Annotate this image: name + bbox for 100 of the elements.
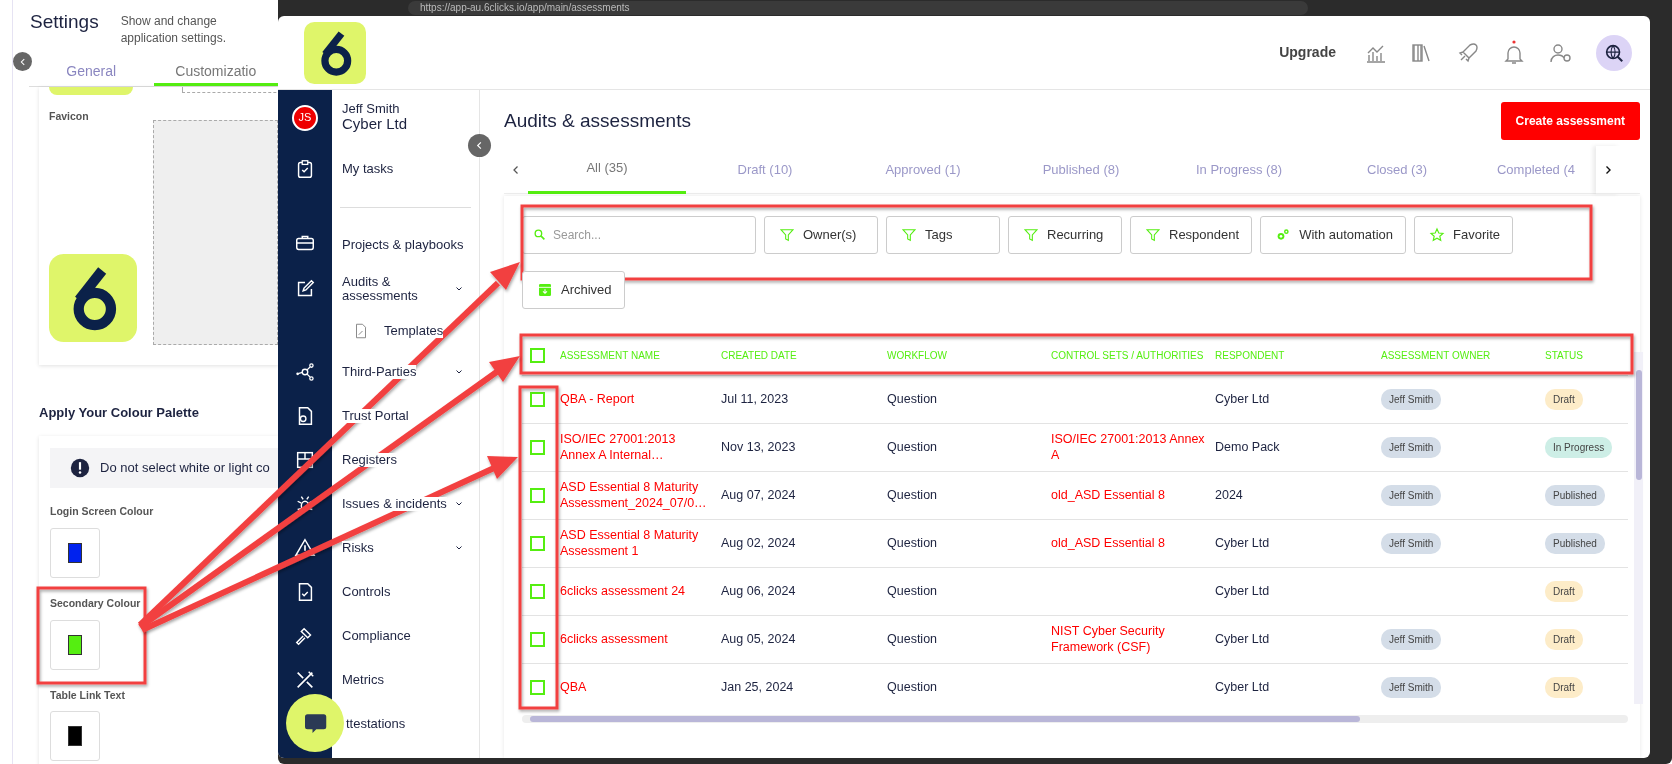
nav-item[interactable]: ttestations [346,702,479,746]
field-label: Table Link Text [50,687,125,703]
assessment-link[interactable]: ISO/IEC 27001:2013 Annex A Internal… [560,431,721,464]
field-label: Favicon [49,108,89,124]
warning-icon [294,537,316,559]
nav-item[interactable]: Issues & incidents [332,482,479,526]
table-cell-text: Question [887,391,939,408]
filter-button[interactable]: Respondent [1130,216,1253,254]
status-badge: Published [1545,485,1605,506]
row-checkbox[interactable] [530,440,545,455]
nav-subitem[interactable]: Templates [332,312,479,350]
exclamation-icon [70,458,90,479]
column-header: CREATED DATE [721,348,797,363]
filter-button[interactable]: Tags [886,216,1000,254]
table-cell-text: Cyber Ltd [1215,631,1271,648]
nav-item[interactable]: Audits & assessments [332,266,479,312]
nav-item[interactable]: Compliance [332,614,479,658]
owner-tag: Jeff Smith [1381,677,1442,698]
section-heading: Apply Your Colour Palette [39,403,199,422]
star-icon [1429,227,1446,243]
create-button[interactable]: Create assessment [1500,102,1640,140]
network-icon [294,361,316,383]
collapse-button[interactable] [13,52,32,71]
control-set-link[interactable]: NIST Cyber Security Framework (CSF) [1051,623,1215,656]
vertical-scrollbar[interactable] [1634,352,1643,704]
table-cell-text: Question [887,679,939,696]
row-checkbox[interactable] [530,632,545,647]
status-badge: Draft [1545,677,1583,698]
nav-item[interactable]: Trust Portal [332,394,479,438]
nav-item[interactable]: Risks [332,526,479,570]
status-badge: Published [1545,533,1605,554]
filter-button[interactable]: Favorite [1414,216,1514,254]
status-badge: In Progress [1545,437,1613,458]
status-badge: Draft [1545,581,1583,602]
table-cell-text: Cyber Ltd [1215,391,1271,408]
nav-item[interactable]: My tasks [332,145,479,193]
assessment-link[interactable]: QBA - Report [560,391,721,408]
color-picker[interactable] [50,619,100,670]
control-set-link[interactable]: old_ASD Essential 8 [1051,487,1215,504]
logo [304,21,366,84]
search-field[interactable]: Search... [522,216,756,254]
address-bar[interactable]: https://app-au.6clicks.io/app/main/assessments [408,1,1308,15]
assessment-link[interactable]: ASD Essential 8 Maturity Assessment 1 [560,527,721,560]
assessment-link[interactable]: 6clicks assessment [560,631,721,648]
filter-button[interactable]: Recurring [1008,216,1122,254]
nav-item[interactable]: Registers [332,438,479,482]
assessment-link[interactable]: 6clicks assessment 24 [560,583,721,600]
column-header: ASSESSMENT OWNER [1381,348,1491,363]
owner-tag: Jeff Smith [1381,437,1442,458]
row-checkbox[interactable] [530,392,545,407]
avatar-button[interactable] [1596,34,1632,71]
owner-tag: Jeff Smith [1381,629,1442,650]
collapse-button[interactable] [468,134,491,157]
user-name: Jeff Smith [342,102,401,116]
filter-button[interactable]: Archived [522,271,625,309]
nav-item[interactable]: Third-Parties [332,350,479,394]
row-checkbox[interactable] [530,584,545,599]
color-picker[interactable] [50,711,100,762]
table-cell-text: Cyber Ltd [1215,679,1271,696]
column-header: WORKFLOW [887,348,947,363]
column-header: ASSESSMENT NAME [560,348,660,363]
tab[interactable]: All (35) [528,145,686,194]
field-label: Secondary Colour [50,595,141,611]
warning-text: Do not select white or light co [100,459,270,478]
horizontal-scrollbar[interactable] [522,715,1628,723]
owner-tag: Jeff Smith [1381,389,1442,410]
row-checkbox[interactable] [530,488,545,503]
filter-icon [779,227,795,243]
nav-item[interactable]: Metrics [332,658,479,702]
select-all-checkbox[interactable] [530,347,545,363]
box-icon [294,449,316,471]
upgrade-link[interactable]: Upgrade [1273,41,1342,64]
table-cell-text: Jan 25, 2024 [721,679,795,696]
assessment-link[interactable]: QBA [560,679,721,696]
field-label: Login Screen Colour [50,504,154,520]
table-cell-text: Jul 11, 2023 [721,391,790,408]
control-set-link[interactable]: old_ASD Essential 8 [1051,535,1215,552]
table-cell-text: Question [887,631,939,648]
table-cell-text: Nov 13, 2023 [721,439,797,456]
filter-button[interactable]: With automation [1260,216,1407,254]
user-avatar[interactable]: JS [292,104,318,131]
tab[interactable]: General [29,56,154,86]
row-checkbox[interactable] [530,536,545,551]
status-badge: Draft [1545,389,1583,410]
status-badge: Draft [1545,629,1583,650]
chat-button[interactable] [286,694,344,752]
assessment-link[interactable]: ASD Essential 8 Maturity Assessment_2024_07/0… [560,479,721,512]
column-header: STATUS [1545,348,1583,363]
rocket-icon[interactable] [1456,40,1480,65]
nav-item[interactable]: Projects & playbooks [332,193,479,266]
bell-icon[interactable] [1502,38,1526,67]
table-cell-text: Aug 05, 2024 [721,631,797,648]
control-set-link[interactable]: ISO/IEC 27001:2013 Annex A [1051,431,1215,464]
nav-item[interactable]: Controls [332,570,479,614]
page-subtitle: Show and change application settings. [120,13,228,47]
color-picker[interactable] [50,527,100,578]
row-checkbox[interactable] [530,680,545,695]
table-cell-text: 2024 [1215,487,1244,504]
filter-icon [1023,227,1039,243]
filter-button[interactable]: Owner(s) [764,216,878,254]
